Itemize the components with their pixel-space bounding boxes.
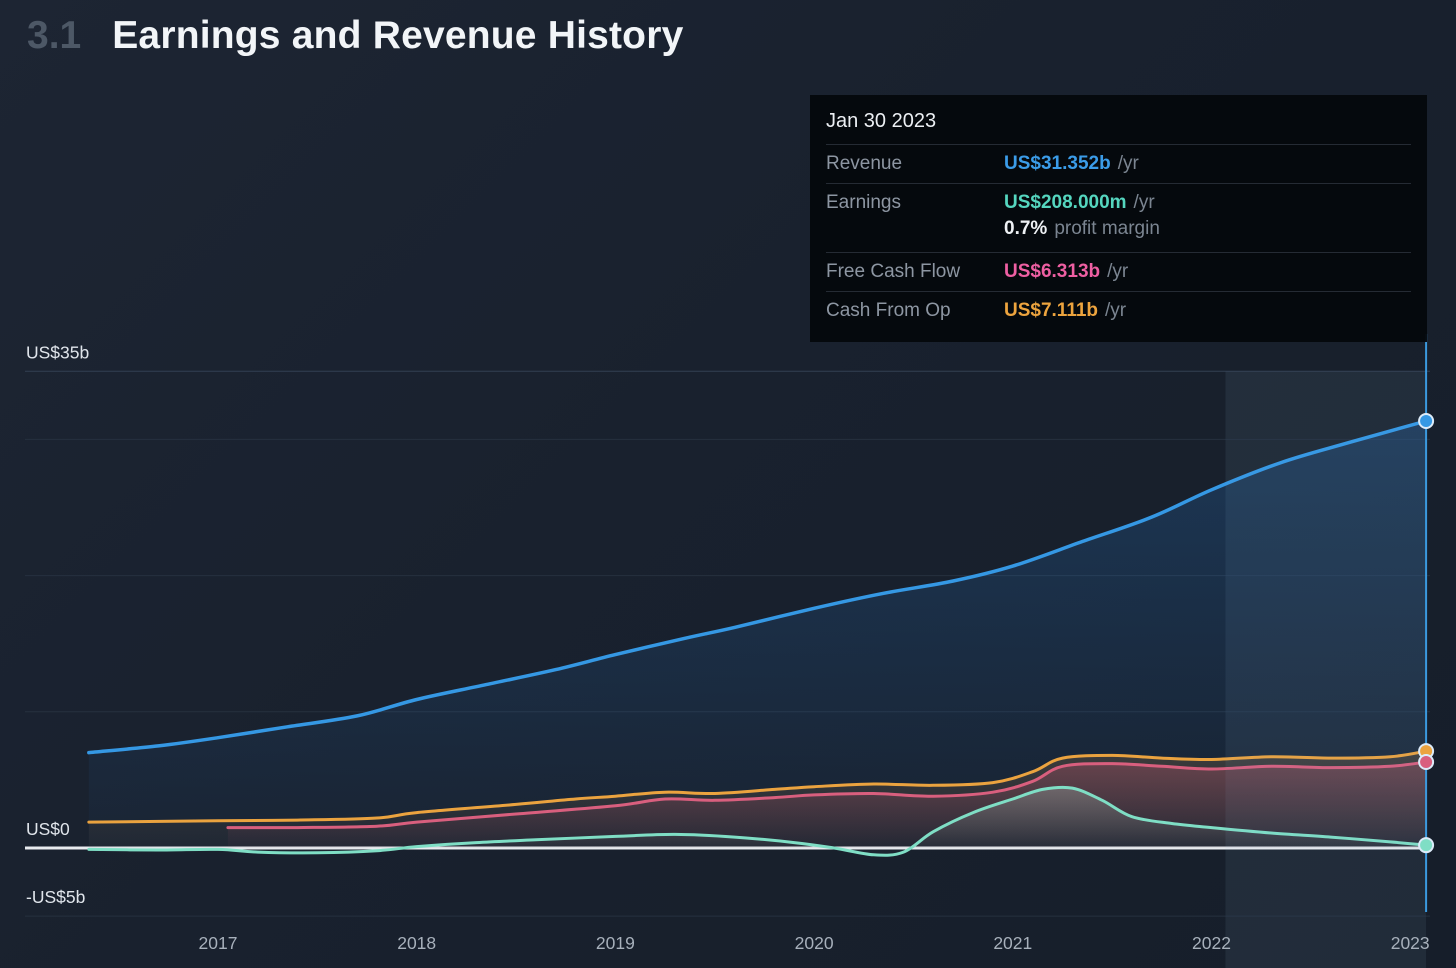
tooltip-row-earnings: Earnings US$208.000m /yr 0.7% profit mar… [826,183,1411,252]
tooltip-unit: /yr [1105,300,1127,321]
y-axis-label-us-35b: US$35b [26,342,89,362]
tooltip-value-earnings: US$208.000m [1004,192,1127,213]
x-axis-label-2023: 2023 [1391,933,1430,953]
x-axis-label-2021: 2021 [993,933,1032,953]
tooltip-value-cash-from-op: US$7.111b [1004,300,1099,321]
tooltip-value-revenue: US$31.352b [1004,153,1111,174]
tooltip-row-revenue: Revenue US$31.352b /yr [826,144,1411,183]
x-axis-label-2022: 2022 [1192,933,1231,953]
chart-header: 3.1 Earnings and Revenue History [27,14,683,58]
page-title: Earnings and Revenue History [112,14,684,57]
tooltip-row-free-cash-flow: Free Cash Flow US$6.313b /yr [826,252,1411,291]
tooltip-row-cash-from-op: Cash From Op US$7.111b /yr [826,291,1411,330]
tooltip-label-revenue: Revenue [826,153,903,174]
tooltip-line: Cash From Op US$7.111b /yr [826,298,1411,324]
tooltip-unit: /yr [1133,192,1155,213]
section-number: 3.1 [27,14,82,57]
tooltip-line: Revenue US$31.352b /yr [826,151,1411,177]
end-dot-earnings [1418,837,1435,854]
chart-tooltip: Jan 30 2023 Revenue US$31.352b /yr Earni… [810,95,1427,342]
tooltip-profit-margin-text: profit margin [1054,218,1160,239]
tooltip-line: Free Cash Flow US$6.313b /yr [826,259,1411,285]
tooltip-profit-margin-line: 0.7% profit margin [1004,216,1411,246]
tooltip-unit: /yr [1117,153,1139,174]
end-dot-revenue [1418,412,1435,429]
x-axis-label-2018: 2018 [397,933,436,953]
end-dot-free-cash-flow [1418,754,1435,771]
x-axis-label-2019: 2019 [596,933,635,953]
y-axis-label-us-0: US$0 [26,819,70,839]
x-axis-label-2017: 2017 [199,933,238,953]
tooltip-label-free-cash-flow: Free Cash Flow [826,261,961,282]
tooltip-unit: /yr [1107,261,1129,282]
tooltip-line: Earnings US$208.000m /yr [826,190,1411,216]
highlight-band-overlay [1225,371,1427,968]
x-axis-label-2020: 2020 [795,933,834,953]
tooltip-date: Jan 30 2023 [826,110,937,132]
tooltip-profit-margin-value: 0.7% [1004,218,1048,239]
page: 3.1 Earnings and Revenue History US$35b U… [0,0,1456,968]
tooltip-value-free-cash-flow: US$6.313b [1004,261,1101,282]
tooltip-label-cash-from-op: Cash From Op [826,300,951,321]
y-axis-label--us-5b: -US$5b [26,887,85,907]
tooltip-label-earnings: Earnings [826,192,901,213]
